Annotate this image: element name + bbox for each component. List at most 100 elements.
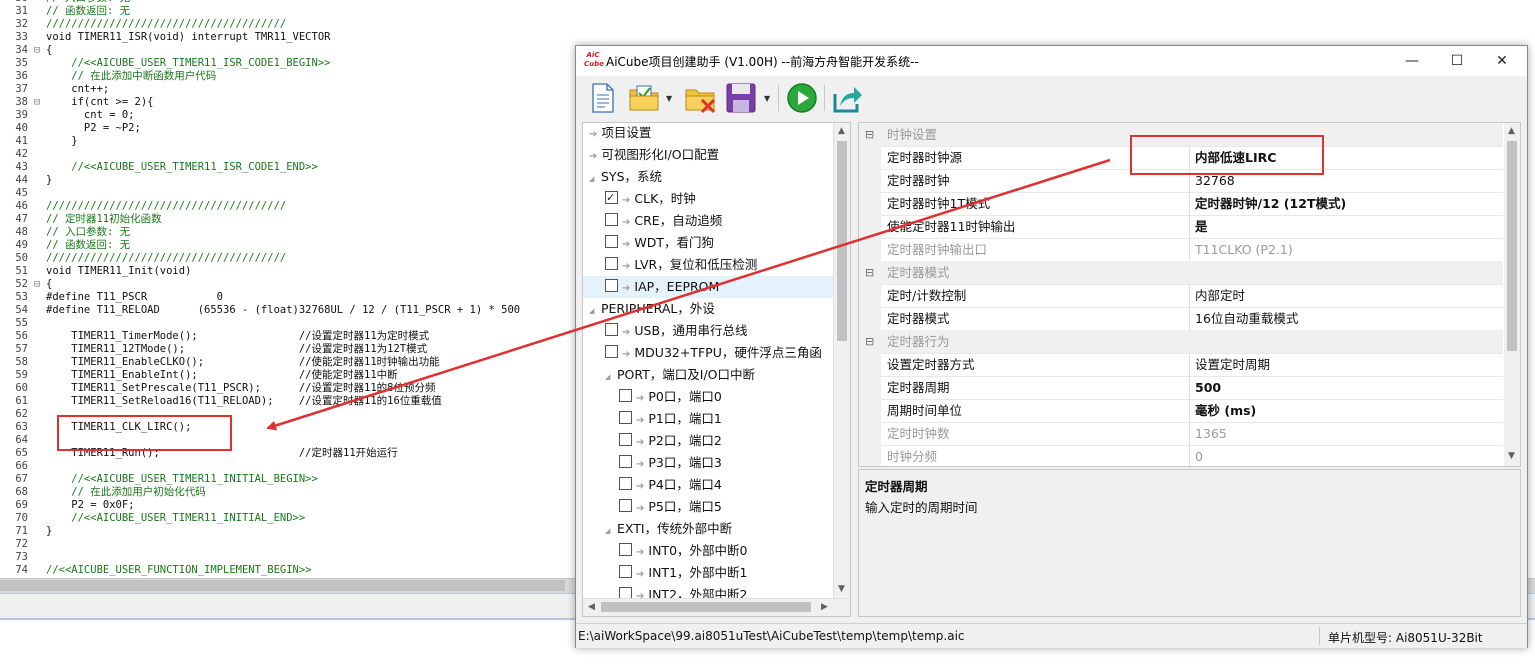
code-line[interactable]: 60 TIMER11_SetPrescale(T11_PSCR); //设置定时…	[0, 382, 435, 395]
tree-item[interactable]: ◢ SYS，系统	[583, 166, 833, 188]
tree-item[interactable]: ◢ PERIPHERAL，外设	[583, 298, 833, 320]
code-line[interactable]: 73	[0, 551, 46, 564]
checkbox[interactable]	[619, 543, 632, 556]
property-category[interactable]: ⊟ 定时器行为	[859, 330, 1503, 354]
checkbox[interactable]	[619, 565, 632, 578]
new-file-icon[interactable]	[590, 82, 616, 114]
checkbox[interactable]	[619, 411, 632, 424]
property-row[interactable]: 定时器时钟输出口 T11CLKO (P2.1)	[859, 238, 1503, 262]
code-line[interactable]: 49 // 函数返回: 无	[0, 239, 130, 252]
property-value[interactable]: 毫秒 (ms)	[1195, 399, 1256, 422]
tree-item[interactable]: ➔ INT1，外部中断1	[583, 562, 833, 584]
property-row[interactable]: 定时器时钟1T模式 定时器时钟/12 (12T模式)	[859, 192, 1503, 216]
code-line[interactable]: 74 //<<AICUBE_USER_FUNCTION_IMPLEMENT_BEG…	[0, 564, 311, 577]
checkbox[interactable]	[605, 257, 618, 270]
checkbox[interactable]	[619, 499, 632, 512]
property-value[interactable]: 设置定时周期	[1195, 353, 1270, 376]
property-value[interactable]: 16位自动重载模式	[1195, 307, 1298, 330]
code-line[interactable]: 41 }	[0, 135, 77, 148]
property-value[interactable]: 500	[1195, 376, 1221, 399]
tree-vertical-scrollbar[interactable]: ▲ ▼	[833, 123, 850, 598]
scroll-up-icon[interactable]: ▲	[1508, 126, 1515, 136]
fold-marker-icon[interactable]: ⊟	[28, 44, 46, 57]
code-line[interactable]: 47 // 定时器11初始化函数	[0, 213, 161, 226]
grid-vertical-scrollbar[interactable]: ▲ ▼	[1504, 123, 1520, 466]
code-line[interactable]: 72	[0, 538, 46, 551]
checkbox[interactable]	[605, 187, 618, 209]
code-line[interactable]: 37 cnt++;	[0, 83, 109, 96]
property-value[interactable]: 定时器时钟/12 (12T模式)	[1195, 192, 1346, 215]
code-line[interactable]: 58 TIMER11_EnableCLKO(); //使能定时器11时钟输出功能	[0, 356, 439, 369]
tree-item[interactable]: ➔ P5口，端口5	[583, 496, 833, 518]
code-line[interactable]: 52 ⊟{	[0, 278, 52, 291]
collapse-icon[interactable]: ⊟	[865, 123, 874, 146]
tree-item[interactable]: ➔ P0口，端口0	[583, 386, 833, 408]
expand-arrow-icon[interactable]: ◢	[605, 366, 617, 388]
code-line[interactable]: 45	[0, 187, 46, 200]
tree-item[interactable]: ➔ USB，通用串行总线	[583, 320, 833, 342]
code-line[interactable]: 51 void TIMER11_Init(void)	[0, 265, 191, 278]
code-line[interactable]: 57 TIMER11_12TMode(); //设置定时器11为12T模式	[0, 343, 427, 356]
fold-marker-icon[interactable]: ⊟	[28, 96, 46, 109]
code-line[interactable]: 39 cnt = 0;	[0, 109, 134, 122]
scroll-down-icon[interactable]: ▼	[838, 584, 845, 594]
property-row[interactable]: 定时/计数控制 内部定时	[859, 284, 1503, 308]
tree-item[interactable]: ➔ P3口，端口3	[583, 452, 833, 474]
code-line[interactable]: 46 //////////////////////////////////////	[0, 200, 286, 213]
open-folder-icon[interactable]	[628, 82, 662, 114]
property-row[interactable]: 设置定时器方式 设置定时周期	[859, 353, 1503, 377]
tree-item[interactable]: ➔ 项目设置	[583, 123, 833, 144]
expand-arrow-icon[interactable]: ◢	[589, 300, 601, 322]
property-value[interactable]: 1365	[1195, 422, 1227, 445]
checkbox[interactable]	[605, 213, 618, 226]
code-line[interactable]: 56 TIMER11_TimerMode(); //设置定时器11为定时模式	[0, 330, 429, 343]
export-icon[interactable]	[832, 82, 864, 114]
save-icon[interactable]	[726, 82, 756, 114]
checkbox[interactable]	[605, 323, 618, 336]
scrollbar-thumb[interactable]	[601, 602, 811, 612]
property-value[interactable]: 是	[1195, 215, 1208, 238]
tree-item[interactable]: ➔ P4口，端口4	[583, 474, 833, 496]
tree-item[interactable]: ➔CLK，时钟	[583, 187, 833, 210]
tree-item[interactable]: ➔ CRE，自动追频	[583, 210, 833, 232]
close-button[interactable]: ✕	[1479, 46, 1525, 76]
tree-item[interactable]: ◢ EXTI，传统外部中断	[583, 518, 833, 540]
scroll-right-icon[interactable]: ▶	[821, 602, 828, 612]
code-line[interactable]: 67 //<<AICUBE_USER_TIMER11_INITIAL_BEGIN…	[0, 473, 317, 486]
code-line[interactable]: 61 TIMER11_SetReload16(T11_RELOAD); //设置…	[0, 395, 441, 408]
code-line[interactable]: 43 //<<AICUBE_USER_TIMER11_ISR_CODE1_END…	[0, 161, 317, 174]
code-line[interactable]: 32 //////////////////////////////////////	[0, 18, 286, 31]
property-row[interactable]: 定时器模式 16位自动重载模式	[859, 307, 1503, 331]
code-line[interactable]: 33 void TIMER11_ISR(void) interrupt TMR11…	[0, 31, 330, 44]
code-line[interactable]: 48 // 入口参数: 无	[0, 226, 130, 239]
code-line[interactable]: 66	[0, 460, 46, 473]
property-value[interactable]: 内部定时	[1195, 284, 1245, 307]
code-line[interactable]: 38 ⊟ if(cnt >= 2){	[0, 96, 153, 109]
code-line[interactable]: 59 TIMER11_EnableInt(); //使能定时器11中断	[0, 369, 397, 382]
tree-item[interactable]: ➔ INT0，外部中断0	[583, 540, 833, 562]
fold-marker-icon[interactable]: ⊟	[28, 278, 46, 291]
checkbox[interactable]	[619, 477, 632, 490]
property-value[interactable]: T11CLKO (P2.1)	[1195, 238, 1293, 261]
scroll-left-icon[interactable]: ◀	[588, 602, 595, 612]
checkbox[interactable]	[605, 235, 618, 248]
code-line[interactable]: 40 P2 = ~P2;	[0, 122, 140, 135]
code-line[interactable]: 42	[0, 148, 46, 161]
code-line[interactable]: 53 #define T11_PSCR 0	[0, 291, 223, 304]
code-line[interactable]: 55	[0, 317, 46, 330]
code-line[interactable]: 71}	[0, 525, 52, 538]
code-line[interactable]: 68 // 在此添加用户初始化代码	[0, 486, 205, 499]
property-row[interactable]: 时钟分频 0	[859, 445, 1503, 466]
property-category[interactable]: ⊟ 定时器模式	[859, 261, 1503, 285]
tree-item[interactable]: ➔ LVR，复位和低压检测	[583, 254, 833, 276]
code-line[interactable]: 62	[0, 408, 46, 421]
code-line[interactable]: 44}	[0, 174, 52, 187]
maximize-button[interactable]: ☐	[1434, 46, 1480, 76]
tree-item[interactable]: ➔ WDT，看门狗	[583, 232, 833, 254]
scrollbar-thumb[interactable]	[1507, 141, 1517, 351]
minimize-button[interactable]: —	[1389, 46, 1435, 76]
code-line[interactable]: 54 #define T11_RELOAD (65536 - (float)327…	[0, 304, 520, 317]
tree-item[interactable]: ◢ PORT，端口及I/O口中断	[583, 364, 833, 386]
checkbox[interactable]	[619, 455, 632, 468]
tree-item[interactable]: ➔ 可视图形化I/O口配置	[583, 144, 833, 166]
